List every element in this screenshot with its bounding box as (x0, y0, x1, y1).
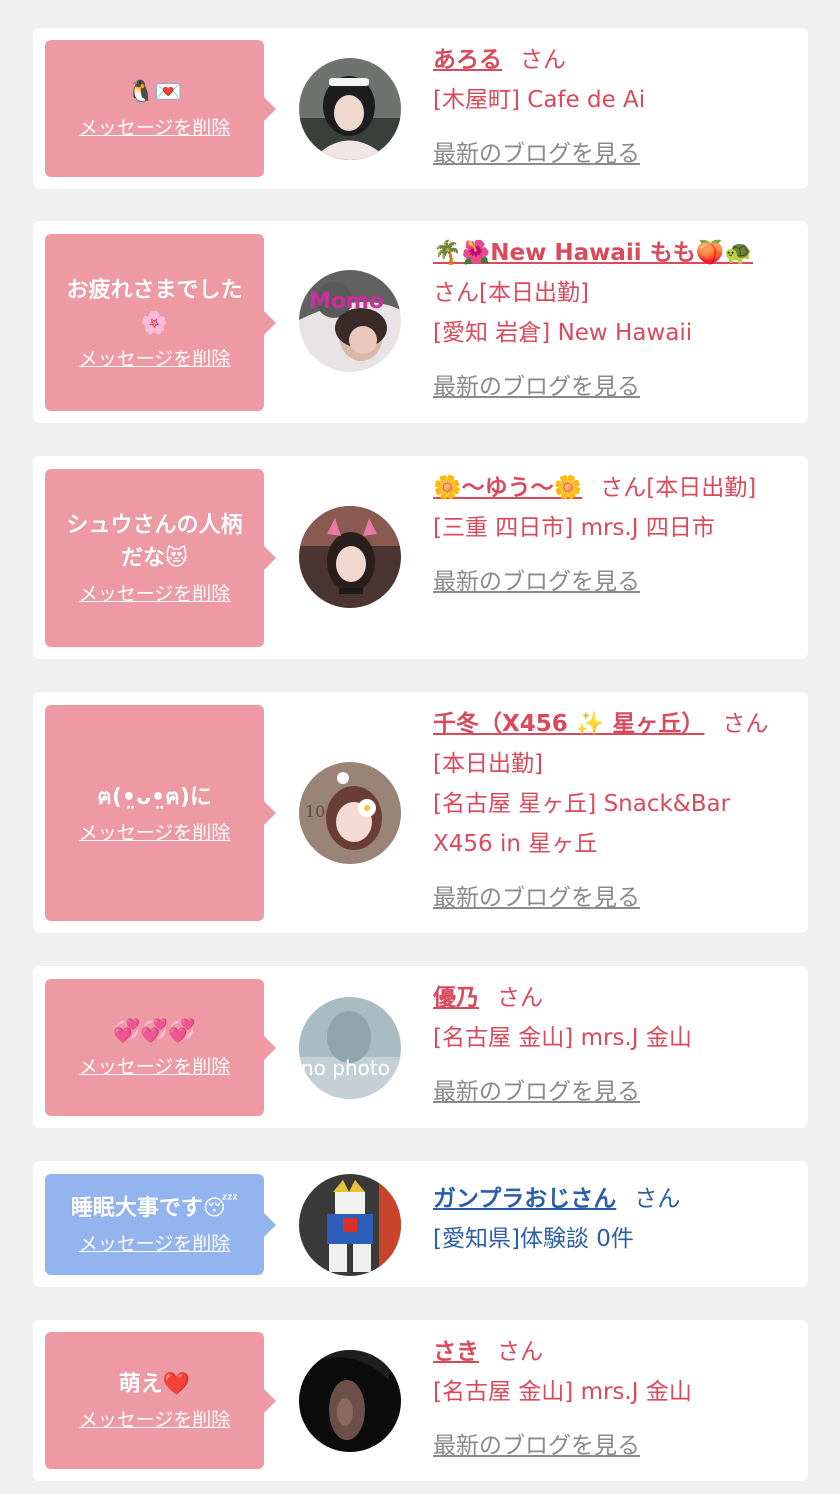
user-info: あろる さん [木屋町] Cafe de Ai 最新のブログを見る (433, 40, 788, 174)
user-info: ガンプラおじさん さん [愛知県]体験談 0件 (433, 1179, 788, 1259)
delete-message-link[interactable]: メッセージを削除 (79, 1407, 231, 1433)
shop-label: [名古屋 金山] mrs.J 金山 (433, 1025, 692, 1051)
avatar[interactable] (299, 58, 401, 160)
message-text: 睡眠大事です😴 (70, 1196, 239, 1221)
avatar[interactable]: Momo (299, 270, 401, 372)
user-name-link[interactable]: 🌼〜ゆう〜🌼 (433, 475, 582, 501)
message-card: 💞💞💞 メッセージを削除 no photo 優乃 さん [名古屋 金山] mrs.… (33, 966, 808, 1128)
user-name-link[interactable]: ガンプラおじさん (433, 1186, 616, 1212)
user-info: さき さん [名古屋 金山] mrs.J 金山 最新のブログを見る (433, 1332, 788, 1466)
message-card: お疲れさまでした🌸 メッセージを削除 Momo 🌴🌺New Hawaii もも🍑… (33, 221, 808, 423)
honorific: さん[本日出勤] (433, 280, 589, 306)
delete-message-link[interactable]: メッセージを削除 (79, 115, 231, 141)
latest-blog-link[interactable]: 最新のブログを見る (433, 134, 788, 174)
message-text: 萌え❤️ (118, 1372, 191, 1397)
honorific: さん (497, 985, 543, 1011)
delete-message-link[interactable]: メッセージを削除 (79, 581, 231, 607)
delete-message-link[interactable]: メッセージを削除 (79, 346, 231, 372)
honorific: さん[本日出勤] (600, 475, 757, 501)
latest-blog-link[interactable]: 最新のブログを見る (433, 1426, 788, 1466)
shop-label: [木屋町] Cafe de Ai (433, 87, 646, 113)
user-name-link[interactable]: 優乃 (433, 985, 479, 1011)
latest-blog-link[interactable]: 最新のブログを見る (433, 367, 788, 407)
svg-text:10: 10 (305, 802, 325, 821)
message-bubble: 萌え❤️ メッセージを削除 (45, 1332, 276, 1469)
honorific: さん (634, 1186, 681, 1212)
message-bubble: お疲れさまでした🌸 メッセージを削除 (45, 234, 276, 411)
no-photo-label: no photo (301, 1056, 390, 1080)
shop-label: [愛知県]体験談 0件 (433, 1226, 634, 1252)
avatar[interactable] (299, 506, 401, 608)
avatar[interactable] (299, 1350, 401, 1452)
shop-label: [愛知 岩倉] New Hawaii (433, 320, 693, 346)
message-bubble: シュウさんの人柄だな😻 メッセージを削除 (45, 469, 276, 647)
shop-label: [三重 四日市] mrs.J 四日市 (433, 515, 715, 541)
message-bubble: ฅ(•̤ᴗ•̤ฅ)に メッセージを削除 (45, 705, 276, 921)
shop-label: [名古屋 金山] mrs.J 金山 (433, 1379, 692, 1405)
message-card: ฅ(•̤ᴗ•̤ฅ)に メッセージを削除 10 千冬（X456 ✨ 星ヶ丘） さん[… (33, 692, 808, 933)
message-card: 睡眠大事です😴 メッセージを削除 ガンプラおじさん さん [愛知県]体験談 0件 (33, 1161, 808, 1287)
message-bubble: 💞💞💞 メッセージを削除 (45, 979, 276, 1116)
delete-message-link[interactable]: メッセージを削除 (79, 1054, 231, 1080)
message-bubble: 🐧💌 メッセージを削除 (45, 40, 276, 177)
message-card: シュウさんの人柄だな😻 メッセージを削除 🌼〜ゆう〜🌼 さん[本日出勤] [三重 … (33, 456, 808, 659)
user-name-link[interactable]: さき (433, 1339, 479, 1365)
user-info: 🌴🌺New Hawaii もも🍑🐢 さん[本日出勤] [愛知 岩倉] New H… (433, 233, 788, 407)
message-text: シュウさんの人柄だな😻 (66, 513, 243, 571)
delete-message-link[interactable]: メッセージを削除 (79, 820, 231, 846)
message-card: 萌え❤️ メッセージを削除 さき さん [名古屋 金山] mrs.J 金山 最新の… (33, 1320, 808, 1481)
user-name-link[interactable]: 千冬（X456 ✨ 星ヶ丘） (433, 711, 704, 737)
latest-blog-link[interactable]: 最新のブログを見る (433, 878, 788, 918)
honorific: さん (520, 47, 566, 73)
delete-message-link[interactable]: メッセージを削除 (79, 1231, 231, 1257)
message-text: 🐧💌 (127, 80, 182, 105)
user-name-link[interactable]: 🌴🌺New Hawaii もも🍑🐢 (433, 240, 753, 266)
latest-blog-link[interactable]: 最新のブログを見る (433, 1072, 788, 1112)
avatar[interactable]: 10 (299, 762, 401, 864)
message-text: 💞💞💞 (113, 1019, 196, 1044)
message-bubble: 睡眠大事です😴 メッセージを削除 (45, 1174, 276, 1275)
avatar[interactable] (299, 1174, 401, 1276)
latest-blog-link[interactable]: 最新のブログを見る (433, 562, 788, 602)
avatar[interactable]: no photo (299, 997, 401, 1099)
user-info: 優乃 さん [名古屋 金山] mrs.J 金山 最新のブログを見る (433, 978, 788, 1112)
user-info: 千冬（X456 ✨ 星ヶ丘） さん[本日出勤] [名古屋 星ヶ丘] Snack&B… (433, 704, 788, 918)
user-name-link[interactable]: あろる (433, 47, 502, 73)
honorific: さん (497, 1339, 543, 1365)
user-info: 🌼〜ゆう〜🌼 さん[本日出勤] [三重 四日市] mrs.J 四日市 最新のブログ… (433, 468, 788, 602)
shop-label: [名古屋 星ヶ丘] Snack&Bar X456 in 星ヶ丘 (433, 791, 731, 857)
message-text: ฅ(•̤ᴗ•̤ฅ)に (97, 784, 212, 810)
message-text: お疲れさまでした🌸 (66, 277, 243, 336)
message-card: 🐧💌 メッセージを削除 あろる さん [木屋町] Cafe de Ai 最新のブロ… (33, 28, 808, 189)
svg-text:Momo: Momo (309, 289, 384, 314)
